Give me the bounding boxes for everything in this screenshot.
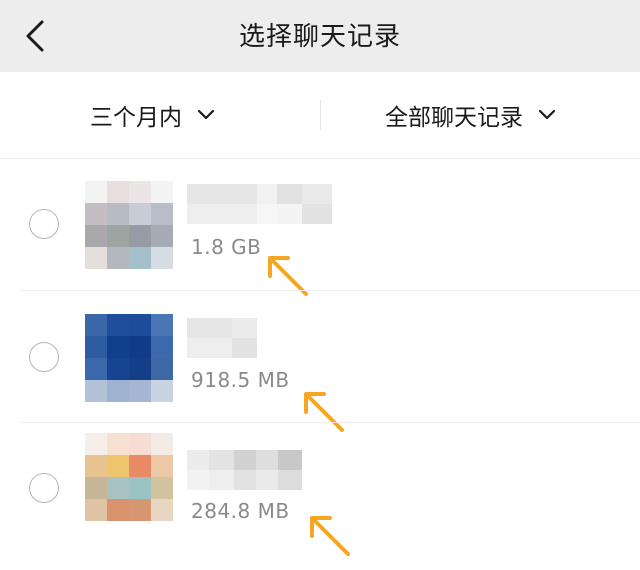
pointer-arrow-icon [310,516,350,556]
filter-divider [320,100,321,130]
chat-size: 284.8 MB [191,499,290,523]
chat-name-blurred [187,184,332,224]
chat-size: 918.5 MB [191,368,290,392]
chat-avatar [85,181,173,269]
page-title: 选择聊天记录 [238,22,401,52]
chat-scope-dropdown[interactable]: 全部聊天记录 [385,72,557,158]
select-radio[interactable] [29,342,59,372]
chevron-down-icon [538,109,556,120]
chat-item[interactable]: 918.5 MB [0,291,640,432]
chat-avatar [85,433,173,521]
chevron-down-icon [197,109,215,120]
chat-size: 1.8 GB [191,235,262,259]
time-range-label: 三个月内 [90,105,182,131]
chat-name-blurred [187,450,302,490]
chat-name-blurred [187,318,257,358]
select-radio[interactable] [29,209,59,239]
select-radio[interactable] [29,473,59,503]
chat-item[interactable]: 284.8 MB [0,423,640,556]
nav-bar: 选择聊天记录 [0,0,640,72]
filter-bar: 三个月内 全部聊天记录 [0,72,640,159]
time-range-dropdown[interactable]: 三个月内 [90,72,216,158]
chat-item[interactable]: 1.8 GB [0,159,640,296]
chat-scope-label: 全部聊天记录 [385,105,523,131]
chat-avatar [85,314,173,402]
